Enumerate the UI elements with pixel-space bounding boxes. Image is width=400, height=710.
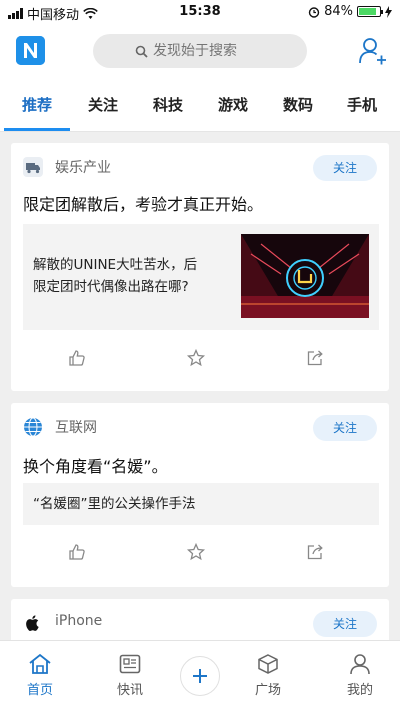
app-logo[interactable] xyxy=(16,36,45,65)
follow-button[interactable]: 关注 xyxy=(313,611,377,637)
add-friend-icon[interactable] xyxy=(358,36,388,66)
search-bar[interactable] xyxy=(93,34,307,68)
tab-recommend[interactable]: 推荐 xyxy=(22,94,52,115)
topic-truck-icon xyxy=(23,157,43,177)
person-icon xyxy=(350,654,370,675)
tab-phones[interactable]: 手机 xyxy=(347,94,377,115)
card-header: 娱乐产业 关注 xyxy=(23,155,377,181)
card-actions xyxy=(11,348,389,372)
card-header: iPhone 关注 xyxy=(23,611,377,637)
card-actions xyxy=(11,542,389,566)
status-bar: 中国移动 15:38 84% xyxy=(0,0,400,24)
share-icon[interactable] xyxy=(305,542,325,562)
globe-icon xyxy=(24,417,42,437)
logo-icon xyxy=(16,36,45,65)
active-tab-indicator xyxy=(4,128,70,131)
tab-games[interactable]: 游戏 xyxy=(218,94,248,115)
feed-card[interactable]: 娱乐产业 关注 限定团解散后，考验才真正开始。 解散的UNINE大吐苦水，后 限… xyxy=(11,143,389,391)
charging-icon xyxy=(385,5,392,18)
alarm-icon xyxy=(308,6,320,18)
apple-icon xyxy=(26,615,39,631)
link-title: “名媛圈”里的公关操作手法 xyxy=(33,496,196,512)
tab-tech[interactable]: 科技 xyxy=(153,94,183,115)
post-title[interactable]: 换个角度看“名媛”。 xyxy=(23,453,168,477)
cube-icon xyxy=(258,654,278,674)
like-icon[interactable] xyxy=(67,542,87,562)
nav-profile[interactable]: 我的 xyxy=(330,653,390,698)
plus-icon xyxy=(193,669,207,683)
nav-news-label: 快讯 xyxy=(116,683,143,698)
create-post-button[interactable] xyxy=(180,656,220,696)
battery-percent: 84% xyxy=(324,4,353,19)
nav-home[interactable]: 首页 xyxy=(10,653,70,698)
tab-follow[interactable]: 关注 xyxy=(88,94,118,115)
nav-square[interactable]: 广场 xyxy=(238,653,298,698)
nav-home-label: 首页 xyxy=(26,683,53,698)
follow-button[interactable]: 关注 xyxy=(313,155,377,181)
topic-name[interactable]: 娱乐产业 xyxy=(55,157,111,177)
battery-icon xyxy=(357,6,383,17)
link-preview[interactable]: 解散的UNINE大吐苦水，后 限定团时代偶像出路在哪? xyxy=(23,224,379,330)
card-header: 互联网 关注 xyxy=(23,415,377,441)
link-title: 解散的UNINE大吐苦水，后 限定团时代偶像出路在哪? xyxy=(33,257,198,295)
tab-digital[interactable]: 数码 xyxy=(283,94,313,115)
search-icon xyxy=(135,45,148,58)
news-icon xyxy=(119,654,141,674)
star-icon[interactable] xyxy=(186,542,206,562)
stage-thumbnail-image xyxy=(241,234,369,318)
star-icon[interactable] xyxy=(186,348,206,368)
home-icon xyxy=(29,653,51,674)
nav-square-label: 广场 xyxy=(254,683,281,698)
nav-news[interactable]: 快讯 xyxy=(100,653,160,698)
like-icon[interactable] xyxy=(67,348,87,368)
bottom-navigation: 首页 快讯 广场 我的 xyxy=(0,640,400,710)
search-input[interactable] xyxy=(153,43,265,59)
share-icon[interactable] xyxy=(305,348,325,368)
topic-name[interactable]: 互联网 xyxy=(55,417,97,437)
link-preview[interactable]: “名媛圈”里的公关操作手法 xyxy=(23,483,379,525)
topic-name[interactable]: iPhone xyxy=(55,613,102,629)
follow-button[interactable]: 关注 xyxy=(313,415,377,441)
post-title[interactable]: 限定团解散后，考验才真正开始。 xyxy=(23,191,263,215)
top-header xyxy=(0,24,400,80)
feed-card[interactable]: 互联网 关注 换个角度看“名媛”。 “名媛圈”里的公关操作手法 xyxy=(11,403,389,587)
category-tabs: 推荐 关注 科技 游戏 数码 手机 xyxy=(0,80,400,132)
nav-profile-label: 我的 xyxy=(346,683,373,698)
